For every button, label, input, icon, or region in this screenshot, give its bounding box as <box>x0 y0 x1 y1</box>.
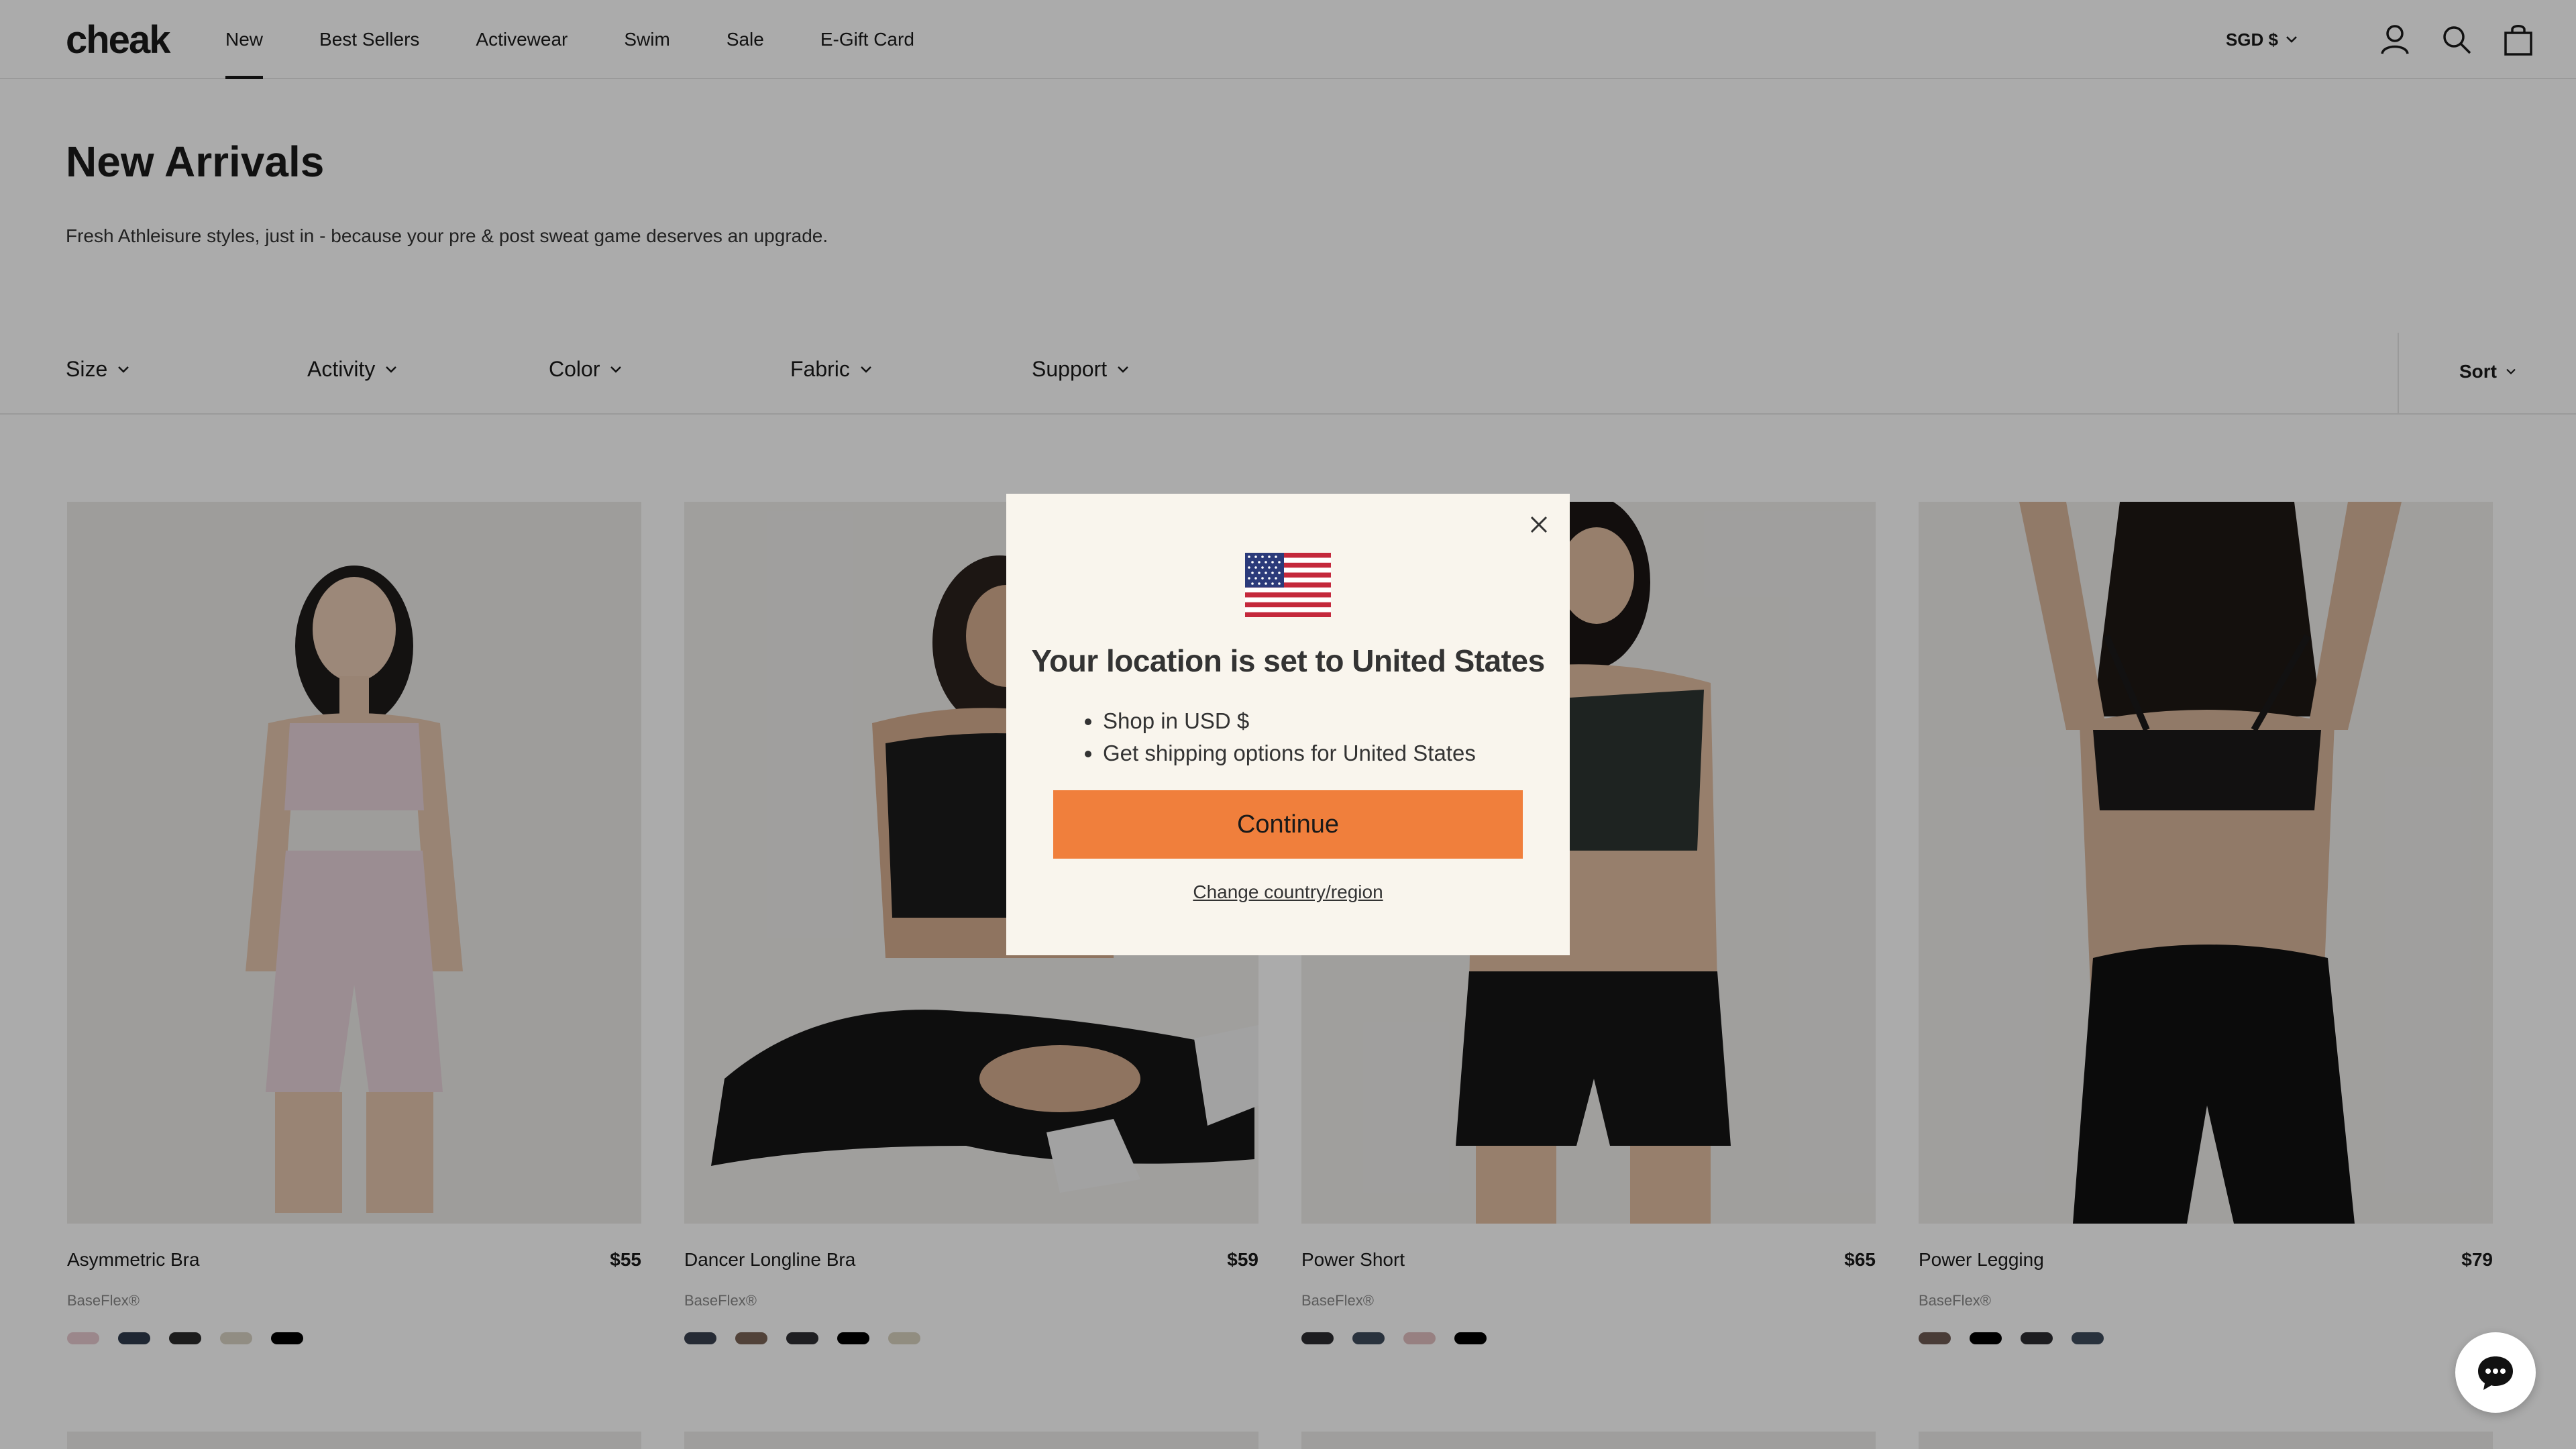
us-flag-icon <box>1245 553 1331 617</box>
chat-widget-button[interactable] <box>2455 1332 2536 1413</box>
close-icon[interactable] <box>1523 508 1555 541</box>
list-item: Shop in USD $ <box>1103 708 1476 734</box>
continue-button[interactable]: Continue <box>1053 790 1523 859</box>
chat-bubble-icon <box>2478 1356 2513 1390</box>
modal-benefits-list: Shop in USD $ Get shipping options for U… <box>1103 708 1476 773</box>
location-modal: Your location is set to United States Sh… <box>1006 494 1570 955</box>
list-item: Get shipping options for United States <box>1103 741 1476 766</box>
change-country-link[interactable]: Change country/region <box>1006 881 1570 903</box>
modal-title: Your location is set to United States <box>1031 643 1545 678</box>
